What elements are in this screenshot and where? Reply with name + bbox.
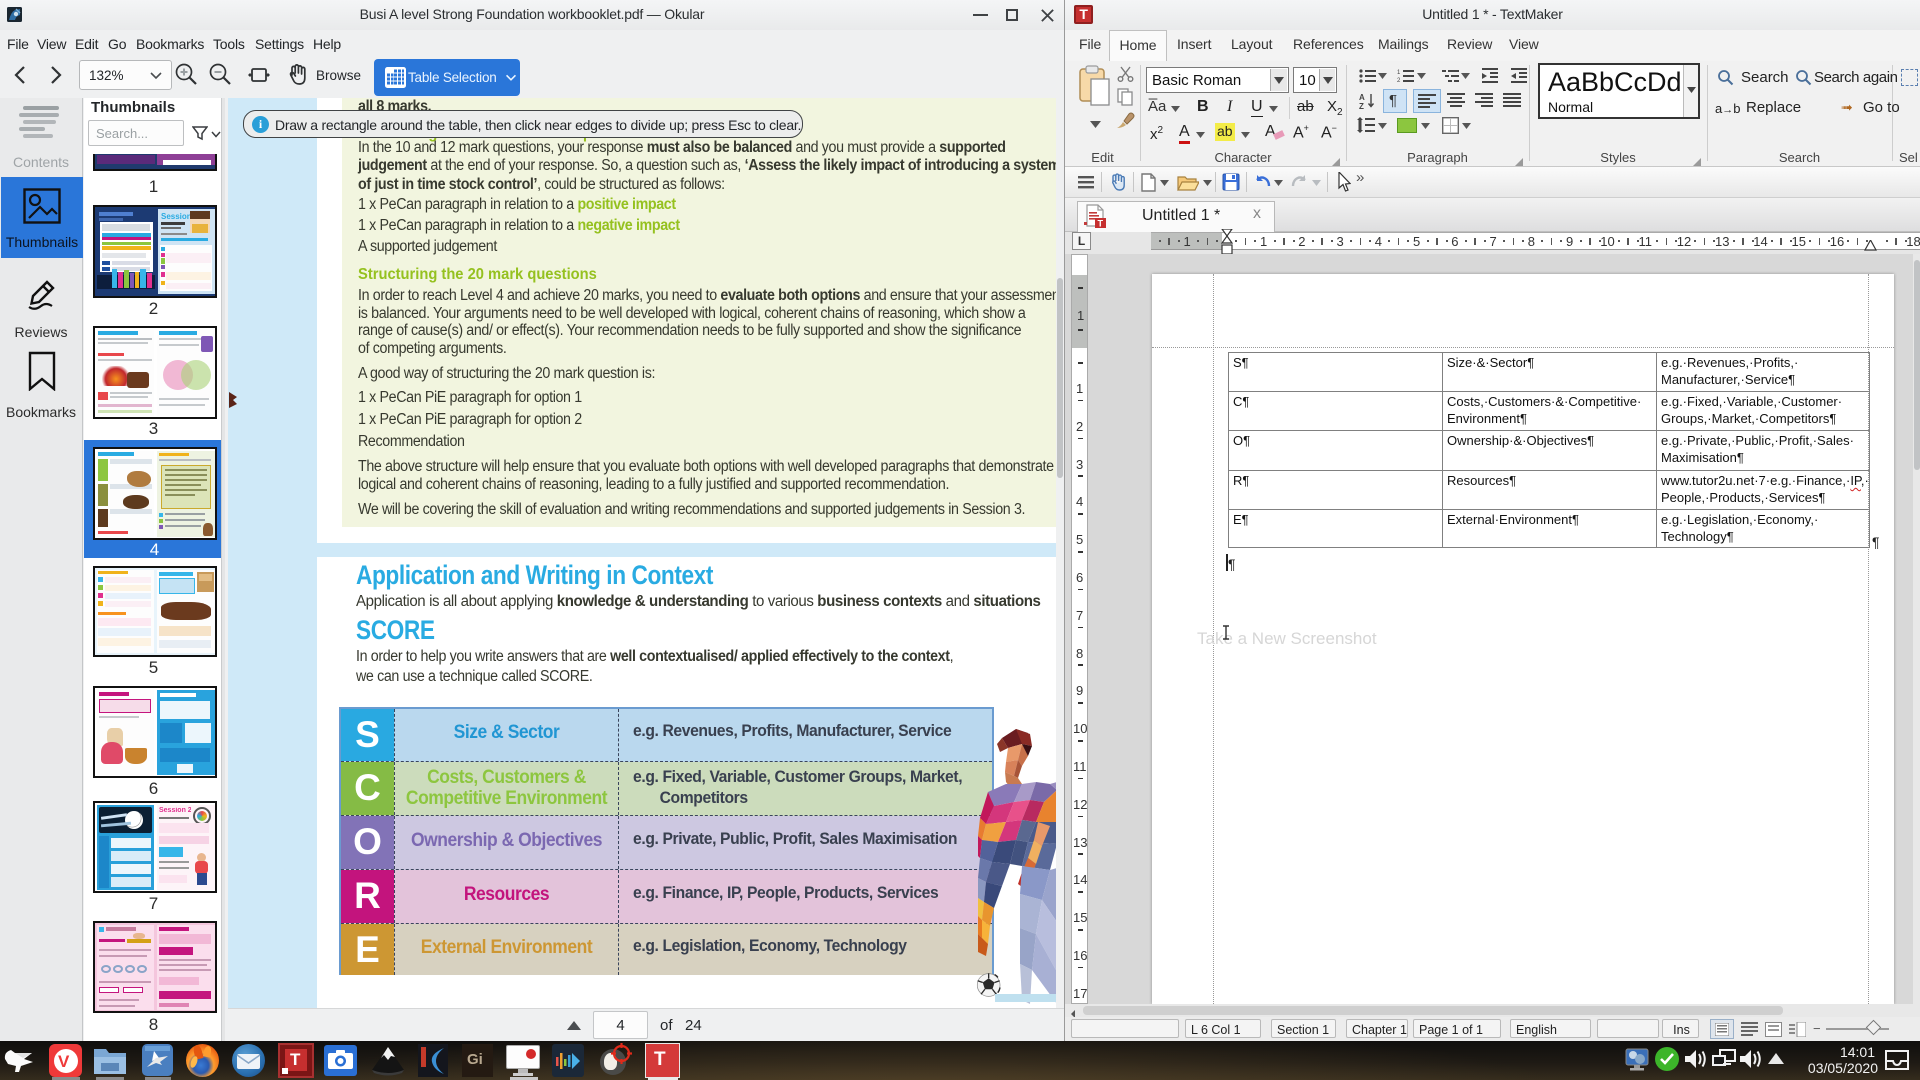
svg-text:Z: Z bbox=[1359, 102, 1364, 110]
svg-text:1: 1 bbox=[1397, 70, 1401, 76]
svg-text:2: 2 bbox=[1397, 78, 1401, 83]
svg-text:A: A bbox=[1359, 93, 1365, 102]
svg-text:T: T bbox=[1098, 219, 1104, 229]
